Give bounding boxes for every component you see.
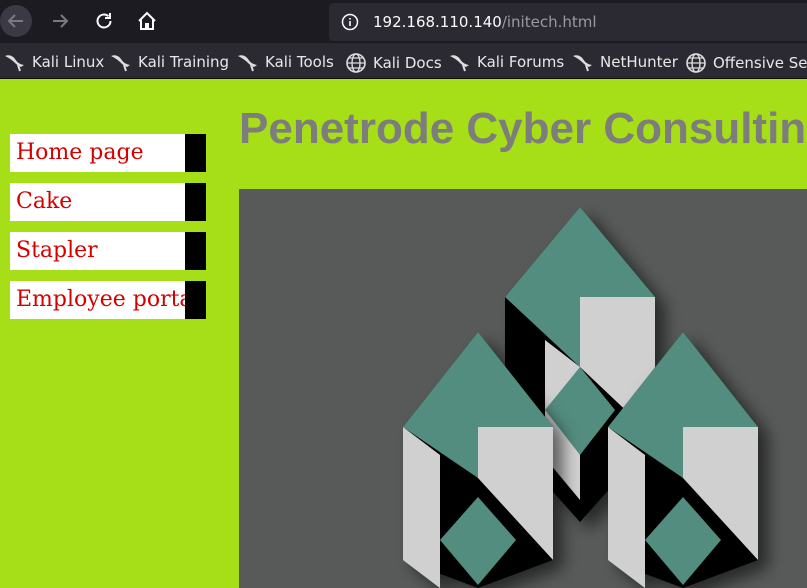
bookmark-kali-linux[interactable]: Kali Linux [4, 52, 104, 72]
bookmark-label: Kali Docs [373, 54, 442, 72]
bookmark-kali-forums[interactable]: Kali Forums [449, 52, 564, 72]
kali-dragon-icon [111, 55, 130, 72]
kali-dragon-icon [5, 55, 24, 72]
sidebar-item-stapler[interactable]: Stapler [10, 232, 206, 270]
bookmark-kali-tools[interactable]: Kali Tools [237, 52, 334, 72]
info-icon[interactable] [341, 13, 359, 31]
sidebar-nav: Home page Cake Stapler Employee portal [10, 134, 206, 330]
url-text[interactable]: 192.168.110.140/initech.html [373, 13, 597, 31]
page-title: Penetrode Cyber Consulting [239, 104, 807, 153]
sidebar-item-employee-portal[interactable]: Employee portal [10, 281, 206, 319]
sidebar-item-label: Stapler [16, 238, 98, 263]
globe-icon [346, 53, 366, 73]
reload-button[interactable] [88, 5, 120, 37]
browser-toolbar: 192.168.110.140/initech.html [0, 0, 807, 43]
url-path: /initech.html [501, 13, 597, 31]
sidebar-item-label: Cake [16, 189, 73, 214]
sidebar-item-home-page[interactable]: Home page [10, 134, 206, 172]
bookmark-label: Kali Training [138, 53, 230, 71]
bookmarks-bar: Kali Linux Kali Training Kali Tools Kali… [0, 43, 807, 79]
sidebar-item-marker [185, 134, 206, 172]
globe-icon [686, 53, 706, 73]
bookmark-label: Kali Forums [477, 53, 565, 71]
back-button[interactable] [0, 5, 32, 37]
reload-icon [96, 13, 112, 29]
sidebar-item-label: Home page [16, 140, 144, 165]
kali-dragon-icon [573, 55, 592, 72]
url-host: 192.168.110.140 [373, 13, 502, 31]
bookmark-label: Kali Tools [265, 53, 334, 71]
sidebar-item-cake[interactable]: Cake [10, 183, 206, 221]
kali-dragon-icon [450, 55, 469, 72]
arrow-right-icon [53, 14, 69, 28]
sidebar-item-marker [185, 281, 206, 319]
bookmark-nethunter[interactable]: NetHunter [572, 52, 678, 72]
bookmark-kali-docs[interactable]: Kali Docs [345, 52, 442, 74]
bookmark-label: Kali Linux [32, 53, 105, 71]
bookmark-label: NetHunter [600, 53, 678, 71]
home-button[interactable] [131, 5, 163, 37]
forward-button[interactable] [44, 5, 76, 37]
home-icon [138, 11, 156, 30]
kali-dragon-icon [238, 55, 257, 72]
hero-logo-panel [239, 189, 807, 588]
sidebar-item-marker [185, 232, 206, 270]
bookmark-kali-training[interactable]: Kali Training [110, 52, 229, 72]
sidebar-item-label: Employee portal [16, 287, 200, 312]
sidebar-item-marker [185, 183, 206, 221]
company-logo [403, 207, 758, 588]
arrow-left-icon [7, 14, 23, 28]
address-bar[interactable]: 192.168.110.140/initech.html [329, 3, 807, 41]
bookmark-offensive-security[interactable]: Offensive Secu [685, 52, 807, 74]
bookmark-label: Offensive Secu [713, 54, 807, 72]
